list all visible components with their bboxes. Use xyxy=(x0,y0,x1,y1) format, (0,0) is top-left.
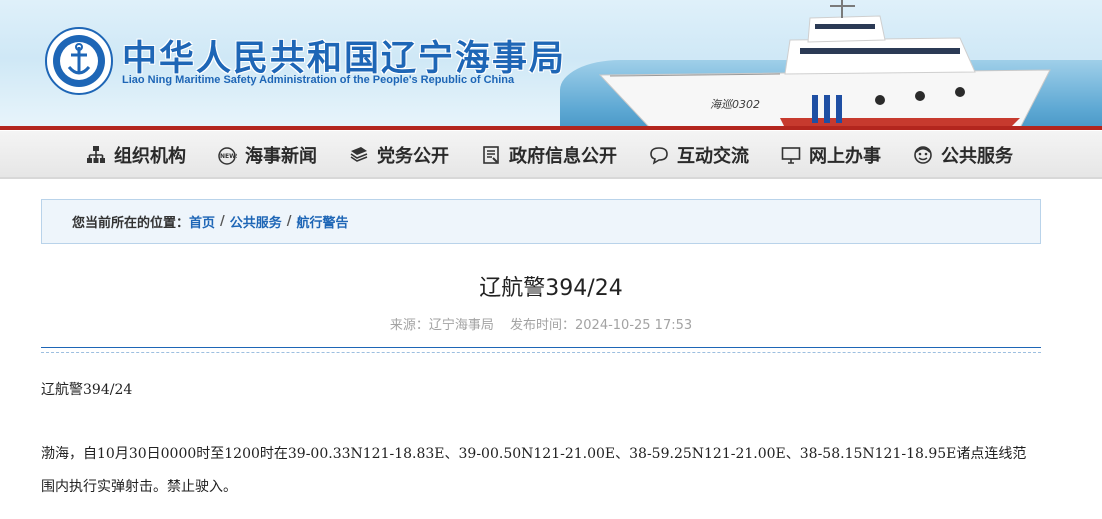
article-paragraph: 辽航警394/24 xyxy=(41,382,133,398)
news-icon: NEWS xyxy=(216,144,238,166)
nav-item-online-service[interactable]: 网上办事 xyxy=(780,131,881,179)
nav-label: 组织机构 xyxy=(114,146,186,167)
org-chart-icon xyxy=(85,144,107,166)
china-msa-logo xyxy=(45,27,113,95)
nav-label: 网上办事 xyxy=(809,146,881,167)
breadcrumb-separator: / xyxy=(286,214,292,229)
nav-label: 海事新闻 xyxy=(245,146,317,167)
breadcrumb-navigation-warning-link[interactable]: 航行警告 xyxy=(297,212,349,231)
breadcrumb: 您当前所在的位置： 首页 / 公共服务 / 航行警告 xyxy=(41,199,1041,244)
site-subtitle: Liao Ning Maritime Safety Administration… xyxy=(122,74,515,86)
patrol-ship-image: 海巡0302 xyxy=(598,0,1051,129)
nav-item-interaction[interactable]: 互动交流 xyxy=(648,131,749,179)
book-icon xyxy=(348,144,370,166)
article-meta: 来源：辽宁海事局 发布时间：2024-10-25 17:53 xyxy=(0,314,1082,333)
breadcrumb-prefix: 您当前所在的位置： xyxy=(72,216,190,231)
breadcrumb-home-link[interactable]: 首页 xyxy=(189,212,215,231)
nav-label: 政府信息公开 xyxy=(509,146,617,167)
main-nav: 组织机构 NEWS 海事新闻 党务公开 政府信息公开 互动交流 网上办事 公共 xyxy=(0,131,1102,179)
article-divider xyxy=(41,347,1041,353)
article-source: 来源：辽宁海事局 xyxy=(389,318,494,333)
nav-item-organization[interactable]: 组织机构 xyxy=(85,131,186,179)
ship-name-label: 海巡0302 xyxy=(710,98,760,111)
nav-label: 互动交流 xyxy=(677,146,749,167)
article-publish-time: 发布时间：2024-10-25 17:53 xyxy=(510,318,693,333)
nav-label: 公共服务 xyxy=(941,146,1013,167)
svg-text:NEWS: NEWS xyxy=(220,153,237,160)
monitor-icon xyxy=(780,144,802,166)
nav-label: 党务公开 xyxy=(377,146,449,167)
nav-item-gov-info[interactable]: 政府信息公开 xyxy=(480,131,617,179)
breadcrumb-separator: / xyxy=(220,214,225,229)
document-icon xyxy=(480,144,502,166)
nav-item-party-affairs[interactable]: 党务公开 xyxy=(348,131,449,179)
breadcrumb-public-service-link[interactable]: 公共服务 xyxy=(230,212,282,231)
nav-item-news[interactable]: NEWS 海事新闻 xyxy=(216,131,317,179)
article-title: 辽航警394/24 xyxy=(479,276,623,301)
banner-red-stripe xyxy=(0,126,1102,130)
article-paragraph: 围内执行实弹射击。禁止驶入。 xyxy=(41,479,237,495)
article-paragraph: 渤海，自10月30日0000时至1200时在39-00.33N121-18.83… xyxy=(41,446,1027,462)
service-icon xyxy=(912,144,934,166)
nav-item-public-service[interactable]: 公共服务 xyxy=(912,131,1013,179)
chat-icon xyxy=(648,144,670,166)
header-banner: 海巡0302 中华人民共和国辽宁海事局 Liao Ning Maritime S… xyxy=(0,0,1102,130)
